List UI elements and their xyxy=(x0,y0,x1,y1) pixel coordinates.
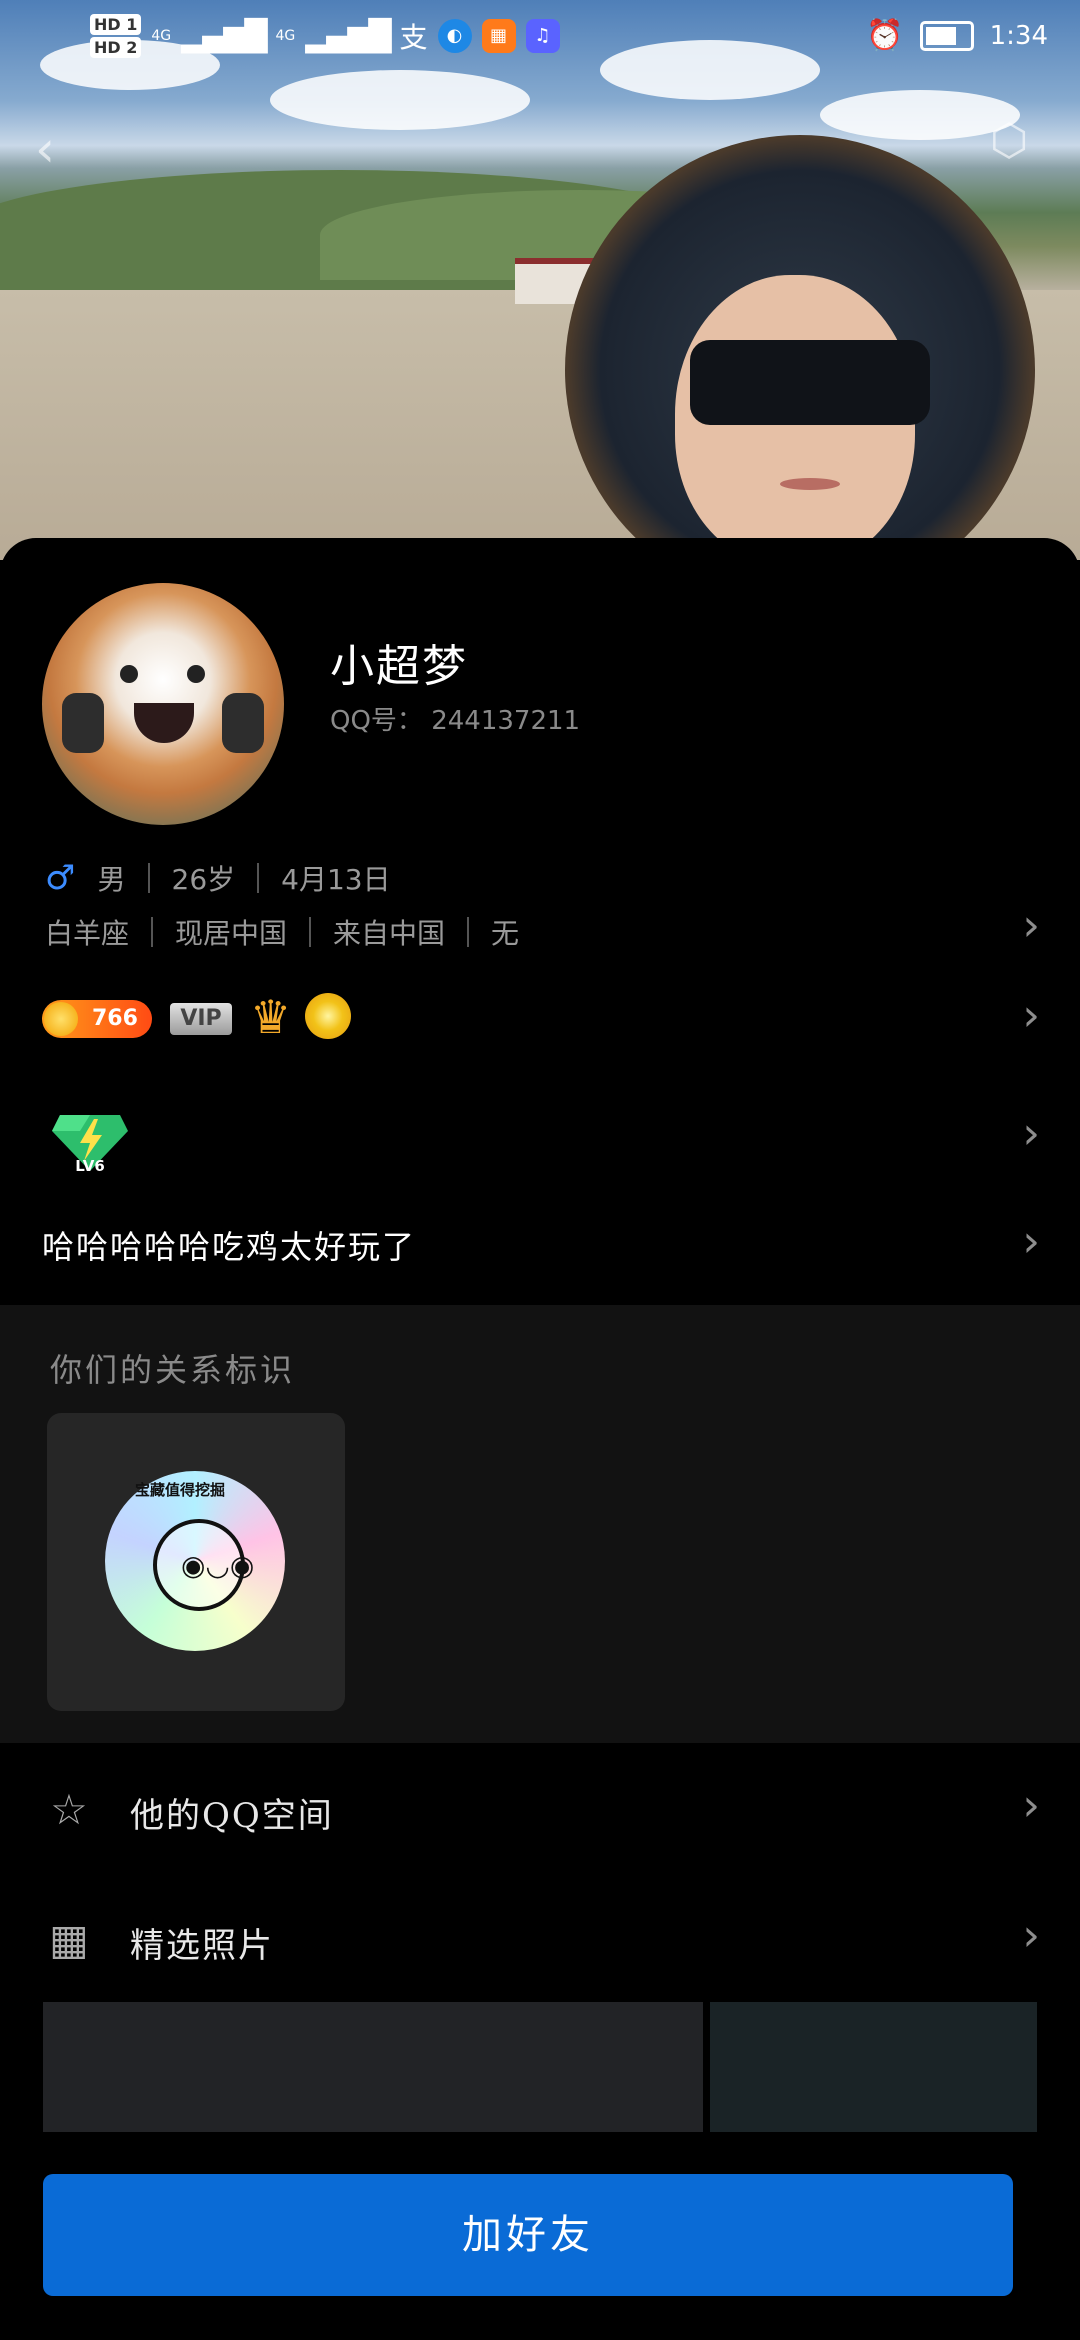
add-friend-button[interactable]: 加好友 xyxy=(43,2174,1013,2296)
photos-label: 精选照片 xyxy=(130,1926,274,1966)
origin: 来自中国 xyxy=(333,917,446,950)
relationship-title: 你们的关系标识 xyxy=(50,1351,296,1389)
signature[interactable]: 哈哈哈哈哈吃鸡太好玩了 xyxy=(42,1222,416,1268)
sim2-badge: HD 2 xyxy=(90,37,142,58)
network2-label: 4G xyxy=(275,28,296,44)
age: 26岁 xyxy=(171,863,236,896)
male-icon: ♂ xyxy=(45,858,76,898)
level-label: LV6 xyxy=(75,1157,105,1175)
photo-thumbnail[interactable] xyxy=(710,2002,1037,2132)
sim1-badge: HD 1 xyxy=(90,14,142,35)
mouth xyxy=(780,478,840,490)
divider xyxy=(309,917,312,947)
more-icon[interactable]: ⬡ xyxy=(990,115,1050,175)
music-icon: ♫ xyxy=(525,19,560,53)
qq-number: QQ号： 244137211 xyxy=(330,700,580,737)
photos-row[interactable]: ▦ 精选照片 › xyxy=(0,1888,1080,1988)
vip-badge[interactable]: VIP xyxy=(170,1003,232,1035)
grid-icon: ▦ xyxy=(49,1915,89,1964)
coin-badge[interactable]: 766 xyxy=(42,1000,152,1038)
crown-icon[interactable]: ♛ xyxy=(250,990,291,1044)
sunglasses xyxy=(690,340,930,425)
chevron-right-icon[interactable]: › xyxy=(1022,1108,1040,1159)
photo-thumbnail[interactable] xyxy=(43,2002,703,2132)
divider xyxy=(467,917,470,947)
coin-icon xyxy=(44,1002,78,1036)
headset-left xyxy=(62,693,104,753)
signal-icon: ▂▄▆█ xyxy=(181,18,267,54)
qq-number-value: 244137211 xyxy=(431,706,581,736)
detail-info-row[interactable]: 白羊座 现居中国 来自中国 无 xyxy=(45,912,519,952)
dog-eye xyxy=(187,665,205,683)
app-icon: ▦ xyxy=(481,19,516,53)
zodiac: 白羊座 xyxy=(45,917,130,950)
sun-icon[interactable] xyxy=(305,993,351,1039)
birthday: 4月13日 xyxy=(281,863,391,896)
divider xyxy=(257,863,260,893)
chevron-right-icon[interactable]: › xyxy=(1022,990,1040,1041)
status-bar: HD 1 HD 2 4G ▂▄▆█ 4G ▂▄▆█ 支 ◐ ▦ ♫ ⏰ 1:34 xyxy=(0,0,1080,80)
avatar[interactable] xyxy=(42,583,284,825)
chevron-right-icon[interactable]: › xyxy=(1022,1780,1040,1831)
chevron-right-icon[interactable]: › xyxy=(1022,1216,1040,1267)
level-badge[interactable]: LV6 xyxy=(50,1105,130,1175)
qzone-label: 他的QQ空间 xyxy=(130,1796,334,1836)
residence: 现居中国 xyxy=(175,917,288,950)
headset-right xyxy=(222,693,264,753)
cover-photo[interactable] xyxy=(0,0,1080,560)
divider xyxy=(151,917,154,947)
divider xyxy=(147,863,150,893)
relationship-badge-card[interactable]: ◉◡◉ 宝藏值得挖掘 xyxy=(47,1413,345,1711)
browser-icon: ◐ xyxy=(437,19,472,53)
dog-mouth xyxy=(134,703,194,743)
qzone-row[interactable]: ☆ 他的QQ空间 › xyxy=(0,1758,1080,1858)
network1-label: 4G xyxy=(151,28,172,44)
clock-time: 1:34 xyxy=(989,20,1048,51)
nickname: 小超梦 xyxy=(330,641,468,692)
alipay-icon: 支 xyxy=(399,21,428,54)
smiley-icon: ◉◡◉ xyxy=(181,1549,255,1582)
badge-text: 宝藏值得挖掘 xyxy=(135,1481,226,1499)
dog-eye xyxy=(120,665,138,683)
signal-icon: ▂▄▆█ xyxy=(305,18,391,54)
gender: 男 xyxy=(97,863,126,896)
chevron-right-icon[interactable]: › xyxy=(1022,900,1040,951)
chevron-right-icon[interactable]: › xyxy=(1022,1910,1040,1961)
relationship-section: 你们的关系标识 ◉◡◉ 宝藏值得挖掘 xyxy=(0,1305,1080,1743)
alarm-icon: ⏰ xyxy=(866,18,904,53)
extra-info: 无 xyxy=(491,917,520,950)
treasure-badge-icon: ◉◡◉ 宝藏值得挖掘 xyxy=(105,1471,285,1651)
badge-face-circle: ◉◡◉ xyxy=(153,1519,254,1611)
star-icon: ☆ xyxy=(50,1785,88,1834)
back-icon[interactable]: ‹ xyxy=(35,120,95,180)
coin-count: 766 xyxy=(92,1006,138,1031)
qq-number-label: QQ号： xyxy=(330,706,423,736)
basic-info-row: ♂ 男 26岁 4月13日 xyxy=(45,858,391,898)
battery-icon xyxy=(919,20,974,51)
